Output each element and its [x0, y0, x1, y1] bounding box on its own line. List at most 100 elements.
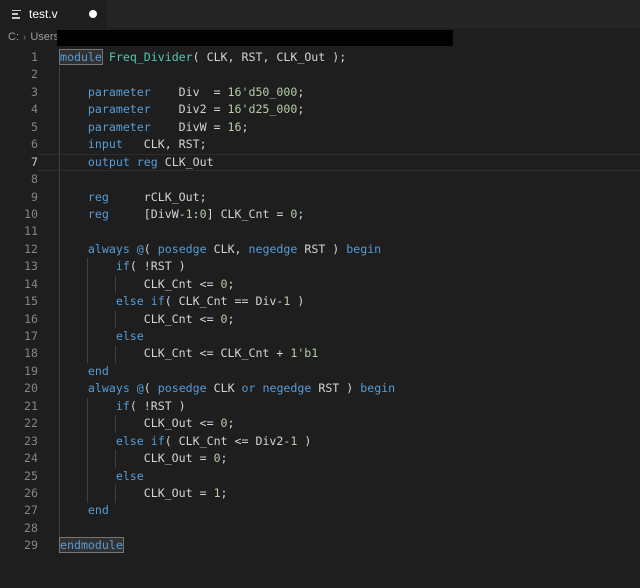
line-number[interactable]: 27 — [0, 502, 38, 519]
code-lines: 1 module Freq_Divider( CLK, RST, CLK_Out … — [0, 49, 640, 555]
code-text: always @( posedge CLK, negedge RST ) beg… — [87, 241, 382, 256]
code-line-20[interactable]: 20 always @( posedge CLK or negedge RST … — [0, 380, 640, 397]
line-number[interactable]: 10 — [0, 206, 38, 223]
line-number[interactable]: 29 — [0, 537, 38, 554]
code-text: CLK_Cnt <= 0; — [60, 311, 235, 326]
line-number[interactable]: 22 — [0, 415, 38, 432]
line-number[interactable]: 18 — [0, 345, 38, 362]
code-line-23[interactable]: 23 else if( CLK_Cnt <= Div2-1 ) — [0, 433, 640, 450]
line-number[interactable]: 7 — [0, 154, 38, 171]
code-line-29[interactable]: 29 endmodule — [0, 537, 640, 554]
code-text: else — [115, 468, 144, 483]
line-number[interactable]: 9 — [0, 189, 38, 206]
code-line-24[interactable]: 24 CLK_Out = 0; — [0, 450, 640, 467]
code-line-10[interactable]: 10 reg [DivW-1:0] CLK_Cnt = 0; — [0, 206, 640, 223]
code-line-21[interactable]: 21 if( !RST ) — [0, 398, 640, 415]
breadcrumb: C: › Users — [0, 28, 640, 46]
line-number[interactable]: 15 — [0, 293, 38, 310]
code-line-25[interactable]: 25 else — [0, 468, 640, 485]
line-number[interactable]: 25 — [0, 468, 38, 485]
code-text: end — [87, 503, 109, 518]
line-number[interactable]: 5 — [0, 119, 38, 136]
line-number[interactable]: 4 — [0, 101, 38, 118]
code-text: always @( posedge CLK or negedge RST ) b… — [87, 381, 396, 396]
code-line-17[interactable]: 17 else — [0, 328, 640, 345]
code-line-19[interactable]: 19 end — [0, 363, 640, 380]
unsaved-changes-dot[interactable] — [89, 10, 97, 18]
code-text: input CLK, RST; — [87, 137, 207, 152]
line-number[interactable]: 20 — [0, 380, 38, 397]
code-line-2[interactable]: 2 — [0, 66, 640, 83]
code-text: else if( CLK_Cnt == Div-1 ) — [115, 294, 305, 309]
code-text: CLK_Out = 0; — [60, 451, 228, 466]
breadcrumb-drive[interactable]: C: — [8, 31, 19, 43]
code-text: CLK_Out <= 0; — [60, 416, 235, 431]
line-number[interactable]: 21 — [0, 398, 38, 415]
code-line-22[interactable]: 22 CLK_Out <= 0; — [0, 415, 640, 432]
code-line-7[interactable]: 7 output reg CLK_Out — [0, 154, 640, 171]
code-text: CLK_Out = 1; — [60, 485, 228, 500]
line-number[interactable]: 24 — [0, 450, 38, 467]
line-number[interactable]: 2 — [0, 66, 38, 83]
breadcrumb-users[interactable]: Users — [30, 31, 59, 43]
code-text: end — [87, 363, 109, 378]
code-text: reg [DivW-1:0] CLK_Cnt = 0; — [87, 206, 305, 221]
code-line-13[interactable]: 13 if( !RST ) — [0, 258, 640, 275]
code-text: endmodule — [38, 537, 640, 554]
code-line-27[interactable]: 27 end — [0, 502, 640, 519]
code-text: parameter Div = 16'd50_000; — [87, 84, 305, 99]
code-line-1[interactable]: 1 module Freq_Divider( CLK, RST, CLK_Out … — [0, 49, 640, 66]
code-line-26[interactable]: 26 CLK_Out = 1; — [0, 485, 640, 502]
code-text: parameter DivW = 16; — [87, 119, 249, 134]
code-line-9[interactable]: 9 reg rCLK_Out; — [0, 189, 640, 206]
code-line-15[interactable]: 15 else if( CLK_Cnt == Div-1 ) — [0, 293, 640, 310]
chevron-right-icon: › — [23, 31, 27, 43]
tab-title: test.v — [29, 7, 58, 21]
code-text: module Freq_Divider( CLK, RST, CLK_Out )… — [59, 49, 347, 65]
code-line-28[interactable]: 28 — [0, 520, 640, 537]
code-line-4[interactable]: 4 parameter Div2 = 16'd25_000; — [0, 101, 640, 118]
code-text: reg rCLK_Out; — [87, 189, 207, 204]
code-line-12[interactable]: 12 always @( posedge CLK, negedge RST ) … — [0, 241, 640, 258]
code-line-5[interactable]: 5 parameter DivW = 16; — [0, 119, 640, 136]
code-editor[interactable]: 1 module Freq_Divider( CLK, RST, CLK_Out … — [0, 46, 640, 588]
code-text: output reg CLK_Out — [38, 154, 640, 171]
line-number[interactable]: 17 — [0, 328, 38, 345]
line-number[interactable]: 8 — [0, 171, 38, 188]
word-highlight-box: module — [59, 49, 103, 65]
line-number[interactable]: 3 — [0, 84, 38, 101]
code-text: parameter Div2 = 16'd25_000; — [87, 102, 305, 117]
line-number[interactable]: 13 — [0, 258, 38, 275]
code-line-16[interactable]: 16 CLK_Cnt <= 0; — [0, 311, 640, 328]
code-line-8[interactable]: 8 — [0, 171, 640, 188]
tab-test-v[interactable]: test.v — [0, 0, 107, 28]
line-number[interactable]: 12 — [0, 241, 38, 258]
line-number[interactable]: 19 — [0, 363, 38, 380]
code-text: if( !RST ) — [115, 398, 186, 413]
file-lines-icon — [12, 9, 23, 20]
tab-bar: test.v — [0, 0, 640, 28]
redacted-path-block — [57, 30, 453, 46]
line-number[interactable]: 1 — [0, 49, 38, 66]
line-number[interactable]: 26 — [0, 485, 38, 502]
line-number[interactable]: 28 — [0, 520, 38, 537]
line-number[interactable]: 23 — [0, 433, 38, 450]
code-text: else if( CLK_Cnt <= Div2-1 ) — [115, 433, 312, 448]
code-text: if( !RST ) — [115, 259, 186, 274]
code-text: else — [115, 329, 144, 343]
line-number[interactable]: 6 — [0, 136, 38, 153]
code-line-3[interactable]: 3 parameter Div = 16'd50_000; — [0, 84, 640, 101]
code-line-6[interactable]: 6 input CLK, RST; — [0, 136, 640, 153]
code-text: CLK_Cnt <= 0; — [60, 276, 235, 291]
word-highlight-box: endmodule — [59, 537, 124, 554]
line-number[interactable]: 14 — [0, 276, 38, 293]
code-line-14[interactable]: 14 CLK_Cnt <= 0; — [0, 276, 640, 293]
line-number[interactable]: 11 — [0, 223, 38, 240]
line-number[interactable]: 16 — [0, 311, 38, 328]
code-text: CLK_Cnt <= CLK_Cnt + 1'b1 — [60, 346, 319, 361]
code-line-11[interactable]: 11 — [0, 223, 640, 240]
code-line-18[interactable]: 18 CLK_Cnt <= CLK_Cnt + 1'b1 — [0, 345, 640, 362]
